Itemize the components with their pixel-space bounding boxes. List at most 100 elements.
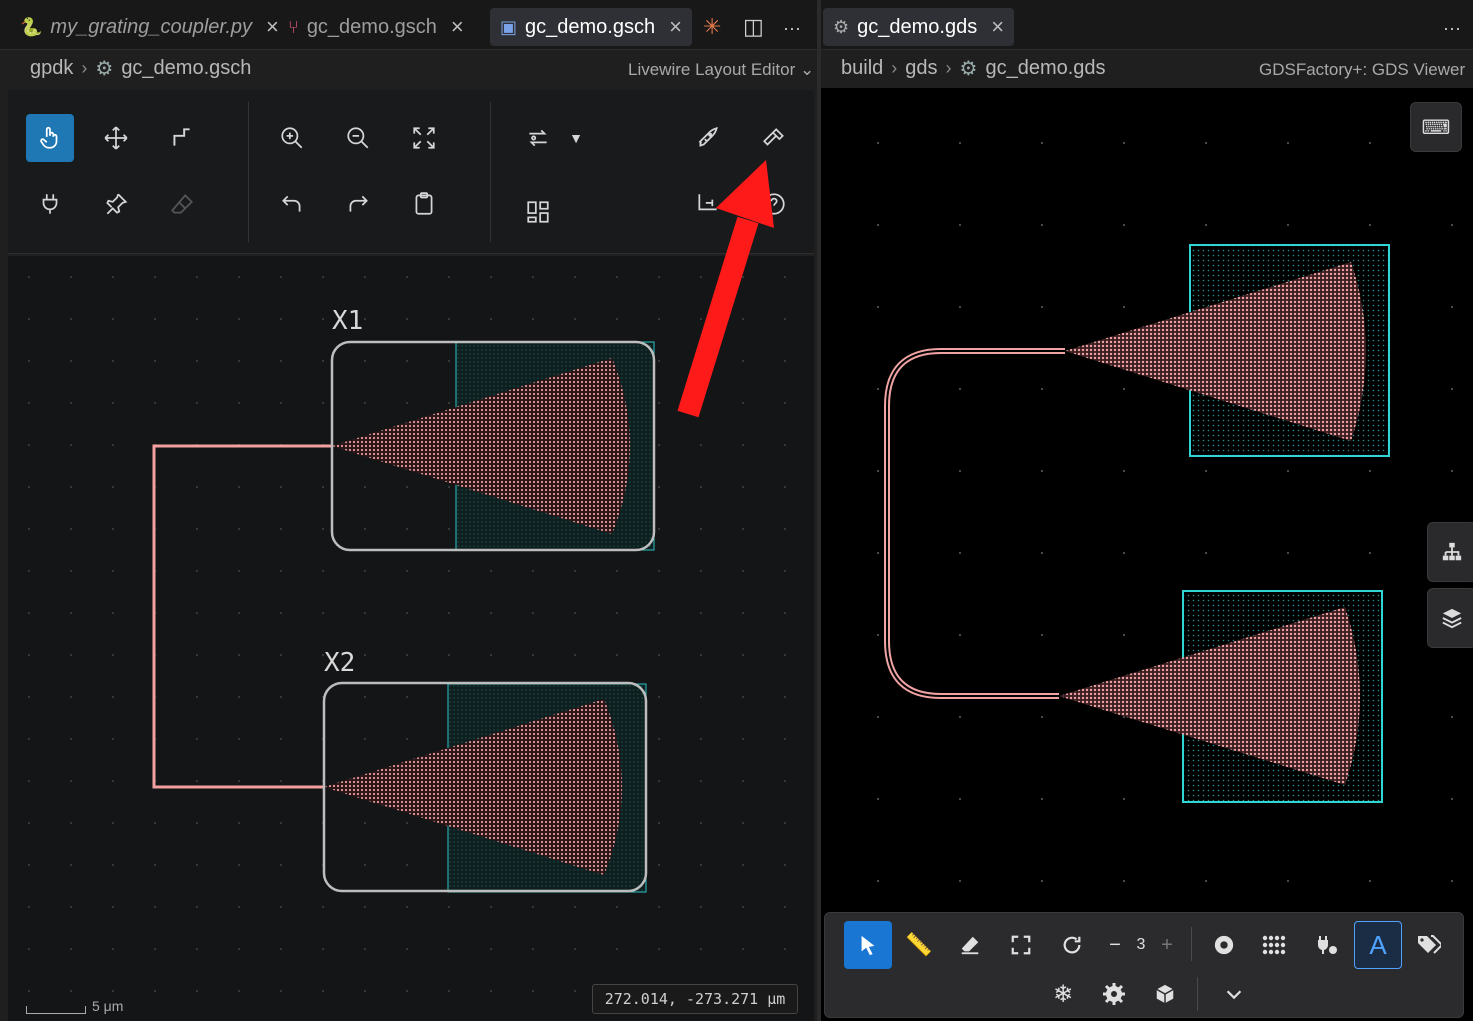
editor-selector[interactable]: Livewire Layout Editor ⌄ [628,60,814,80]
increase-level-button[interactable]: + [1153,922,1181,968]
split-editor-icon[interactable]: ◫ [743,14,764,40]
tab-gc-demo-gsch-active[interactable]: ▣ gc_demo.gsch × [490,8,692,46]
breadcrumb: build › gds › ⚙ gc_demo.gds [841,56,1106,81]
hand-pointer-icon [40,126,58,149]
ruler-icon: 📏 [905,932,933,957]
target-icon [1214,935,1234,955]
more-actions-icon[interactable]: ··· [783,18,801,39]
breadcrumb-item[interactable]: gc_demo.gsch [121,57,251,80]
run-button[interactable] [684,114,732,162]
connect-tool-button[interactable] [26,180,74,228]
toolbar-divider [1191,927,1192,961]
hierarchy-panel-button[interactable] [1427,522,1473,582]
chip-icon: ⚙ [833,16,850,37]
fit-view-button[interactable] [998,922,1044,968]
target-button[interactable] [1201,922,1247,968]
redo-button[interactable] [334,180,382,228]
redo-icon [349,195,368,212]
text-labels-button[interactable]: A [1354,921,1402,969]
tab-my-grating-coupler[interactable]: 🐍 my_grating_coupler.py × [10,8,289,46]
schematic-toolbar: ▼ [8,90,814,254]
grid-button[interactable] [1252,922,1298,968]
instance-x1 [330,340,656,552]
plug-info-icon [1317,936,1337,954]
zoom-out-button[interactable] [334,114,382,162]
eraser-icon [961,936,979,955]
breadcrumb-item[interactable]: gds [905,57,937,80]
breadcrumb-item[interactable]: gc_demo.gds [985,57,1105,80]
chevron-down-icon [1226,990,1242,1000]
schematic-icon: ▣ [500,16,518,37]
tags-button[interactable] [1406,922,1452,968]
tags-icon [1418,935,1441,954]
breadcrumb-item[interactable]: gpdk [30,57,73,80]
gds-drawing [884,244,1390,803]
gds-viewer-toolbar: 📏 − 3 + A ❄ [824,912,1464,1018]
chevron-right-icon: › [81,58,88,78]
zoom-in-button[interactable] [268,114,316,162]
freeze-button[interactable]: ❄ [1040,971,1086,1017]
help-button[interactable] [750,180,798,228]
sparkle-icon[interactable]: ✳ [703,14,721,40]
undo-button[interactable] [268,180,316,228]
hand-pointer-tool-button[interactable] [26,114,74,162]
tab-gc-demo-gsch-1[interactable]: ⑂ gc_demo.gsch × [278,8,474,46]
layout-grid-button[interactable] [514,188,562,236]
clipboard-icon [415,192,433,215]
route-branch-button[interactable] [684,180,732,228]
rocket-icon [698,127,718,147]
gear-icon [1103,983,1125,1005]
chevron-right-icon: › [945,58,952,78]
expand-toolbar-button[interactable] [1211,971,1257,1017]
pin-tool-button[interactable] [92,180,140,228]
chip-icon: ⚙ [95,58,114,80]
build-button[interactable] [750,114,798,162]
route-tool-button[interactable] [158,114,206,162]
refresh-button[interactable] [1049,922,1095,968]
settings-button[interactable] [1091,971,1137,1017]
ports-button[interactable] [1303,922,1349,968]
close-icon[interactable]: × [991,14,1004,40]
breadcrumb-item[interactable]: build [841,57,883,80]
scale-bar: 5 μm [26,998,123,1014]
3d-box-icon [1156,984,1174,1004]
text-a-icon: A [1369,929,1387,960]
instance-x2 [322,681,648,893]
keyboard-icon: ⌨ [1421,116,1451,139]
eraser-tool-button[interactable] [947,922,993,968]
swap-button[interactable] [514,114,562,162]
close-icon[interactable]: × [451,14,464,40]
hierarchy-level-value: 3 [1136,936,1146,953]
tab-gc-demo-gds[interactable]: ⚙ gc_demo.gds × [823,8,1015,46]
clipboard-button[interactable] [400,180,448,228]
ruler-tool-button[interactable]: 📏 [896,922,942,968]
eraser-tool-button[interactable] [158,180,206,228]
decrease-level-button[interactable]: − [1101,922,1129,968]
schematic-canvas[interactable]: X1 X2 [8,256,814,1021]
close-icon[interactable]: × [266,14,279,40]
cursor-coordinates: 272.014, -273.271 μm [592,984,798,1014]
3d-view-button[interactable] [1142,971,1188,1017]
instance-label-x1: X1 [332,306,364,336]
swap-dropdown[interactable]: ▼ [564,114,588,162]
route-icon [173,128,190,146]
gds-waveguide-core [886,350,1065,697]
move-tool-button[interactable] [92,114,140,162]
tab-label: my_grating_coupler.py [50,15,253,38]
expand-icon [413,127,435,149]
keyboard-shortcuts-button[interactable]: ⌨ [1410,102,1462,152]
fit-view-button[interactable] [400,114,448,162]
snowflake-icon: ❄ [1052,980,1074,1008]
select-tool-button[interactable] [844,921,892,969]
chevron-right-icon: › [891,58,898,78]
layers-panel-button[interactable] [1427,588,1473,648]
viewer-tab-bar: ⚙ gc_demo.gds × ··· [821,0,1473,50]
chip-icon: ⚙ [959,58,978,80]
more-actions-icon[interactable]: ··· [1443,18,1461,39]
toolbar-divider [248,102,249,242]
hammer-icon [763,128,784,146]
close-icon[interactable]: × [669,14,682,40]
chevron-down-icon: ⌄ [800,60,815,79]
gds-canvas[interactable]: ⌨ [821,88,1473,1021]
cursor-arrow-icon [861,935,875,956]
